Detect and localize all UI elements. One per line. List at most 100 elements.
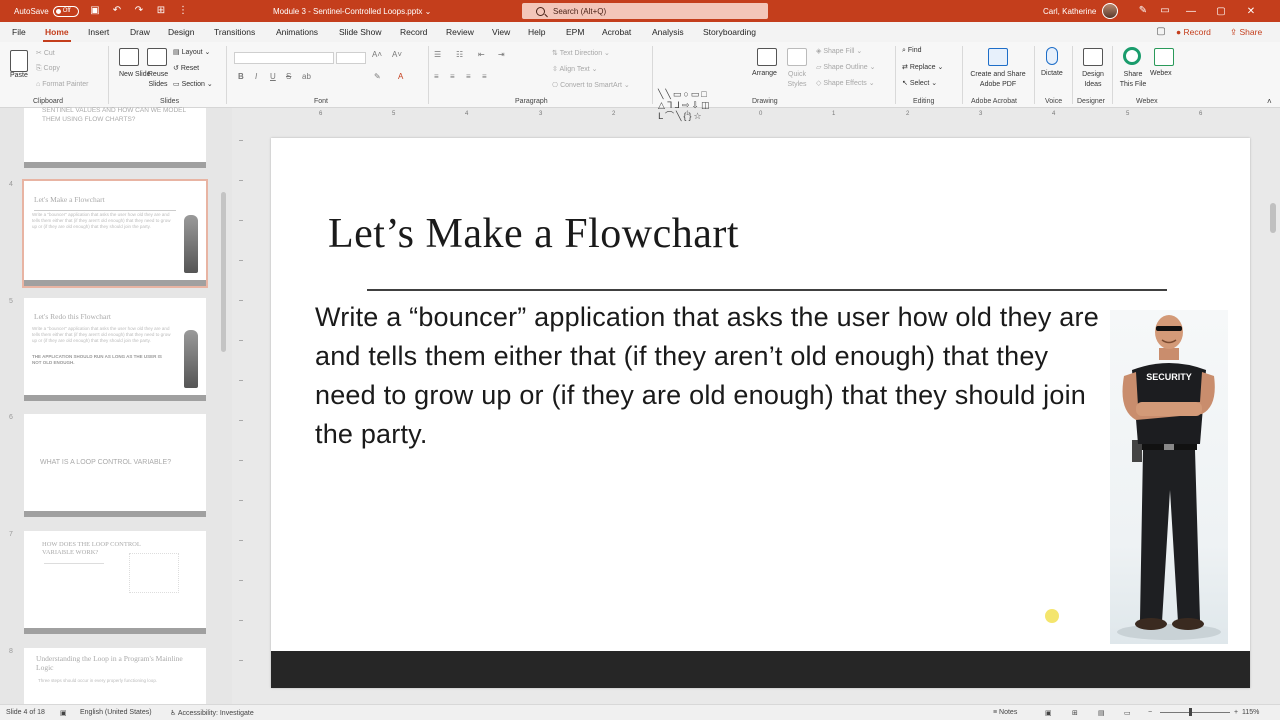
convert-smartart-button[interactable]: ⎔ Convert to SmartArt ⌄ [552,81,630,89]
find-button[interactable]: ⌕ Find [902,47,922,55]
tab-help[interactable]: Help [528,27,545,37]
share-file-icon[interactable] [1123,47,1141,65]
tab-review[interactable]: Review [446,27,474,37]
slideshow-icon[interactable]: ▭ [1124,709,1131,717]
zoom-slider[interactable] [1160,712,1230,713]
zoom-slider-thumb[interactable] [1189,708,1192,716]
tab-draw[interactable]: Draw [130,27,150,37]
bouncer-image[interactable]: SECURITY [1110,310,1228,644]
search-box[interactable]: Search (Alt+Q) [522,3,768,19]
section-button[interactable]: ▭ Section ⌄ [173,80,213,88]
present-icon[interactable]: ⊞ [155,5,167,17]
shape-outline-button[interactable]: ▱ Shape Outline ⌄ [816,63,876,71]
document-title[interactable]: Module 3 - Sentinel-Controlled Loops.ppt… [273,0,431,22]
normal-view-icon[interactable]: ▣ [1045,709,1052,717]
language-status[interactable]: English (United States) [80,709,152,716]
arrange-icon[interactable] [757,48,777,66]
tab-design[interactable]: Design [168,27,194,37]
highlight-icon[interactable]: ✎ [374,72,381,81]
design-ideas-icon[interactable] [1083,48,1103,66]
align-text-button[interactable]: ⇳ Align Text ⌄ [552,65,597,73]
scrollbar-thumb[interactable] [221,192,226,352]
ribbon-display-icon[interactable]: ▭ [1159,5,1171,17]
slide-title[interactable]: Let’s Make a Flowchart [328,210,739,258]
tab-acrobat[interactable]: Acrobat [602,27,631,37]
avatar[interactable] [1102,3,1119,19]
tab-view[interactable]: View [492,27,510,37]
numbering-icon[interactable]: ☷ [456,50,463,59]
comments-icon[interactable]: ▢ [1155,26,1167,38]
create-share-pdf-button[interactable]: Create and Share Adobe PDF [966,70,1030,90]
underline-button[interactable]: U [270,72,276,81]
accessibility-status[interactable]: ♿ Accessibility: Investigate [170,709,254,717]
maximize-button[interactable]: ▢ [1206,6,1236,17]
tab-file[interactable]: File [12,27,26,37]
shape-effects-button[interactable]: ◇ Shape Effects ⌄ [816,79,875,87]
slide-scrollbar[interactable] [1268,108,1278,704]
redo-icon[interactable]: ↷ [133,5,145,17]
dictate-button[interactable]: Dictate [1041,70,1063,77]
pen-icon[interactable]: ✎ [1137,5,1149,17]
undo-icon[interactable]: ↶ [111,5,123,17]
tab-record[interactable]: Record [400,27,427,37]
adobe-pdf-icon[interactable] [988,48,1008,66]
tab-animations[interactable]: Animations [276,27,318,37]
tab-slide-show[interactable]: Slide Show [339,27,382,37]
tab-home[interactable]: Home [43,27,71,42]
outdent-icon[interactable]: ⇥ [498,50,505,59]
quick-styles-button[interactable]: Quick Styles [786,70,808,90]
autosave[interactable]: AutoSave Off [14,0,79,22]
font-size-dropdown[interactable] [336,52,366,64]
slide-thumbnail-7[interactable]: HOW DOES THE LOOP CONTROL VARIABLE WORK? [24,531,206,634]
justify-icon[interactable]: ≡ [482,72,487,81]
font-name-dropdown[interactable] [234,52,334,64]
tab-storyboarding[interactable]: Storyboarding [703,27,756,37]
collapse-ribbon-icon[interactable]: ˄ [1267,97,1272,106]
zoom-level[interactable]: 115% [1242,709,1259,716]
slide-thumbnail-8[interactable]: Understanding the Loop in a Program's Ma… [24,648,206,708]
shadow-button[interactable]: ab [302,72,311,81]
bullets-icon[interactable]: ☰ [434,50,441,59]
share-button[interactable]: ⇪ Share [1230,27,1262,38]
slide-canvas[interactable]: Let’s Make a Flowchart Write a “bouncer”… [271,138,1250,688]
slide-thumbnail-4[interactable]: Let's Make a Flowchart Write a "bouncer"… [22,179,208,288]
minimize-button[interactable]: — [1176,6,1206,17]
slide-counter[interactable]: Slide 4 of 18 [6,709,45,716]
reuse-slides-icon[interactable] [147,48,167,66]
webex-icon[interactable] [1154,48,1174,66]
format-painter-button[interactable]: ⌂ Format Painter [36,81,88,88]
align-left-icon[interactable]: ≡ [434,72,439,81]
strikethrough-button[interactable]: S [286,72,291,81]
shape-fill-button[interactable]: ◈ Shape Fill ⌄ [816,47,862,55]
zoom-in-icon[interactable]: + [1234,709,1238,716]
zoom-out-icon[interactable]: − [1148,709,1152,716]
quick-styles-icon[interactable] [787,48,807,66]
grow-font-icon[interactable]: A˄ [372,50,382,59]
user-name[interactable]: Carl, Katherine [1043,7,1096,16]
cut-button[interactable]: ✂ Cut [36,49,55,57]
reading-view-icon[interactable]: ▤ [1098,709,1105,717]
copy-button[interactable]: ⎘ Copy [36,65,60,73]
indent-icon[interactable]: ⇤ [478,50,485,59]
shrink-font-icon[interactable]: A˅ [392,50,402,59]
spellcheck-icon[interactable]: ▣ [60,709,67,717]
save-icon[interactable]: ▣ [89,5,101,17]
paste-icon[interactable] [10,50,28,72]
microphone-icon[interactable] [1046,47,1058,65]
notes-button[interactable]: ≡ Notes [993,709,1017,716]
slide-thumbnail-3[interactable]: SENTINEL VALUES AND HOW CAN WE MODEL THE… [24,107,206,168]
close-button[interactable]: ✕ [1236,6,1266,17]
tab-transitions[interactable]: Transitions [214,27,255,37]
webex-button[interactable]: Webex [1150,70,1172,77]
arrange-button[interactable]: Arrange [752,70,777,77]
italic-button[interactable]: I [255,72,257,81]
customize-icon[interactable]: ⋮ [177,5,189,17]
reset-button[interactable]: ↺ Reset [173,64,199,72]
tab-insert[interactable]: Insert [88,27,109,37]
share-this-file-button[interactable]: Share This File [1118,70,1148,90]
align-center-icon[interactable]: ≡ [450,72,455,81]
tab-analysis[interactable]: Analysis [652,27,684,37]
record-button[interactable]: ● Record [1176,27,1211,37]
design-ideas-button[interactable]: Design Ideas [1078,70,1108,90]
slide-thumbnail-5[interactable]: Let's Redo this Flowchart Write a "bounc… [24,298,206,401]
